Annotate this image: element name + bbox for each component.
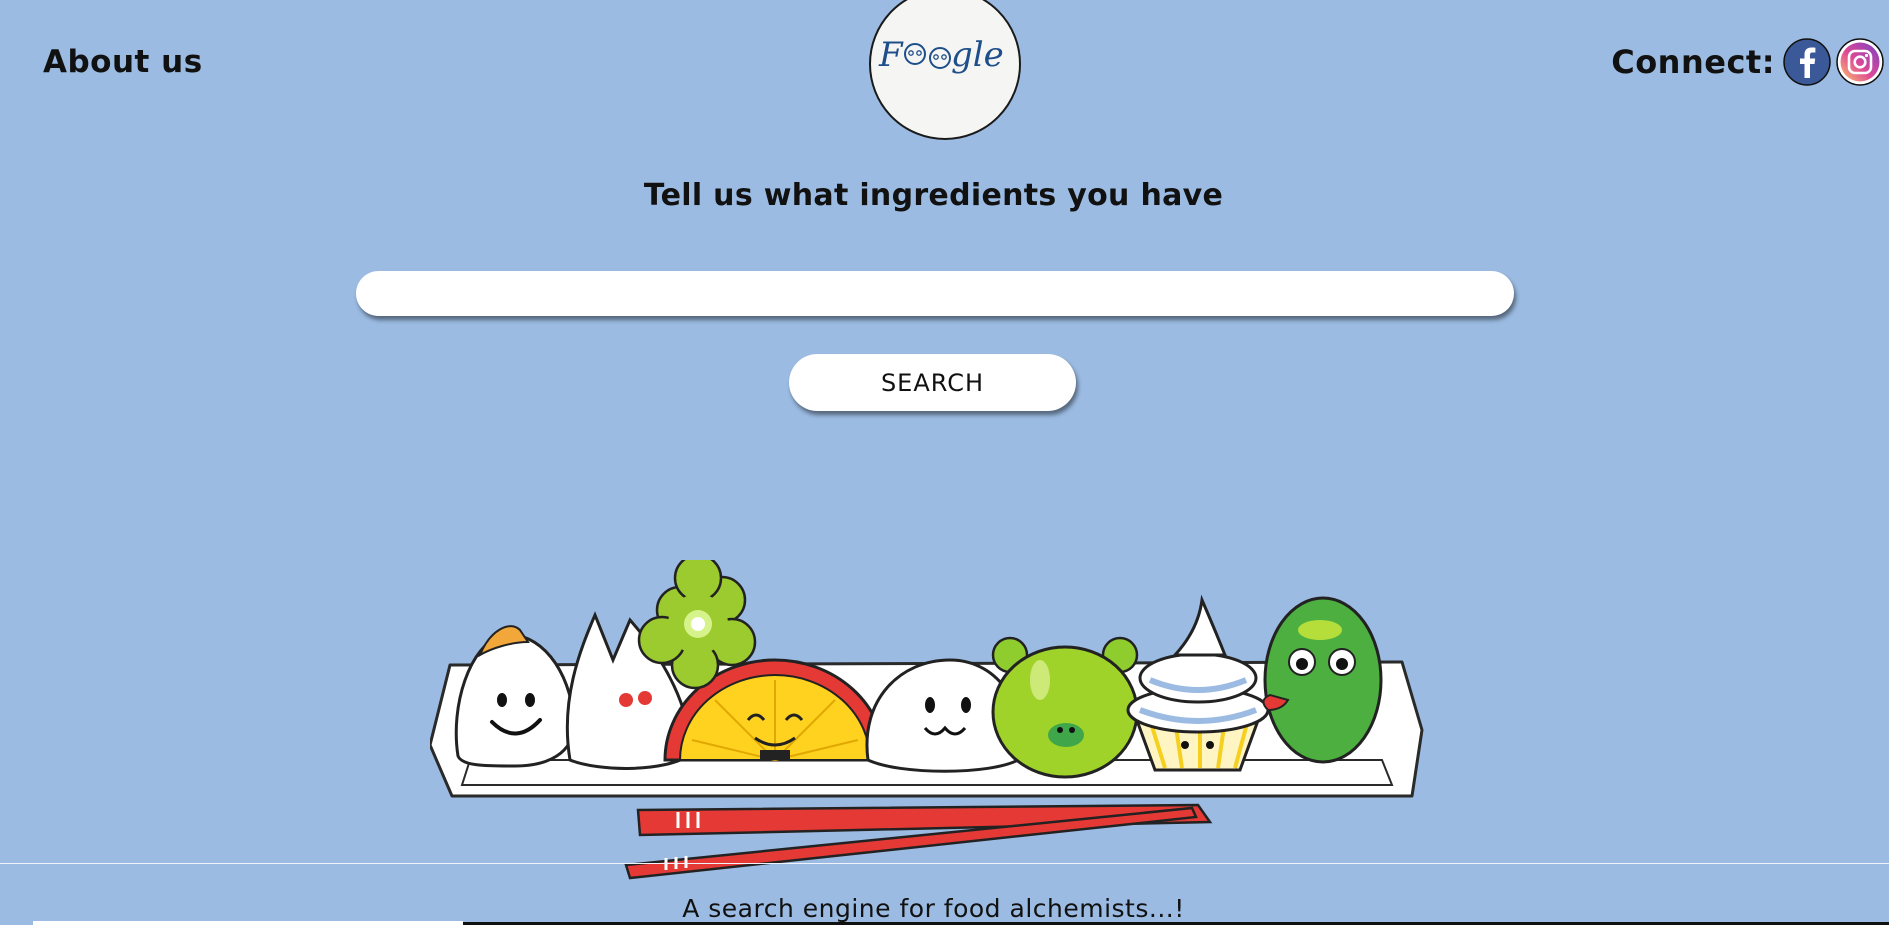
bottom-bar-highlight: [33, 921, 463, 925]
search-button[interactable]: SEARCH: [789, 354, 1076, 411]
footer-divider: [0, 863, 1889, 864]
ingredients-search-input[interactable]: [356, 271, 1514, 316]
egg-character: [454, 625, 576, 768]
cupcake-character: [1126, 594, 1270, 772]
green-bear-character: [991, 636, 1139, 779]
svg-text:F: F: [878, 35, 904, 75]
svg-text:gle: gle: [951, 35, 1004, 75]
chopsticks: [624, 803, 1213, 880]
page: About us F gle Connect: Tell us what ing…: [0, 0, 1889, 925]
connect-section: Connect:: [1611, 36, 1889, 88]
footer-tagline: A search engine for food alchemists...!: [682, 894, 1185, 923]
instagram-icon[interactable]: [1836, 38, 1884, 86]
facebook-icon[interactable]: [1783, 38, 1831, 86]
foogle-logo[interactable]: F gle: [869, 0, 1021, 140]
olive-character: [1262, 596, 1383, 764]
about-us-link[interactable]: About us: [43, 44, 203, 80]
page-heading: Tell us what ingredients you have: [643, 178, 1224, 213]
connect-label: Connect:: [1611, 43, 1775, 81]
food-tray-illustration: [430, 560, 1424, 880]
